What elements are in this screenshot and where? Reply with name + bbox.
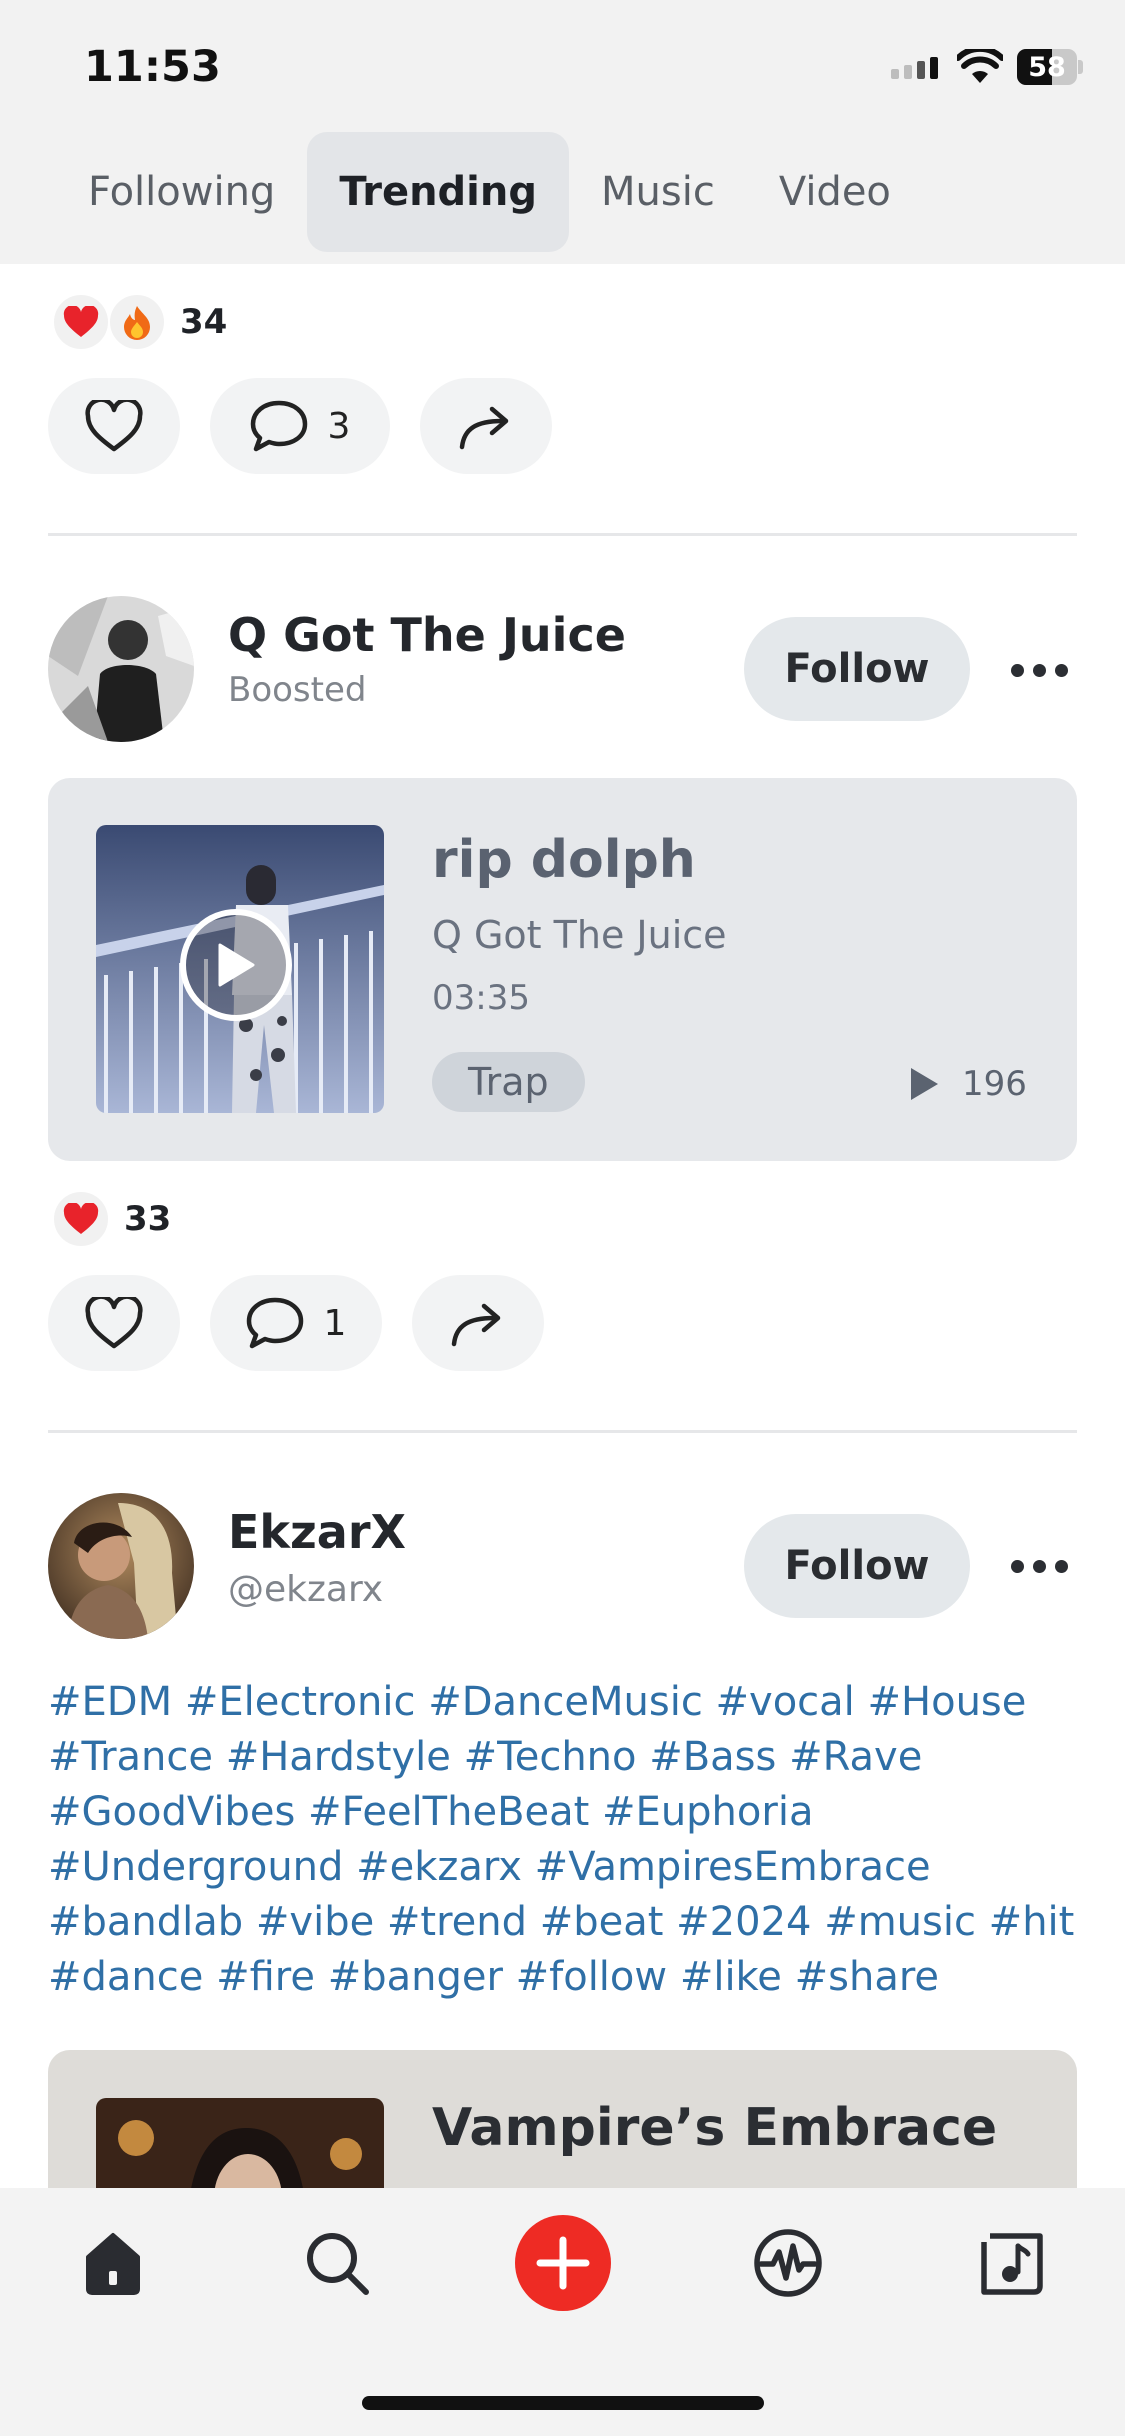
- track-title[interactable]: rip dolph: [432, 830, 696, 890]
- post-actions: 3: [48, 378, 552, 474]
- library-icon: [981, 2233, 1043, 2295]
- comment-icon: [246, 1297, 303, 1349]
- pulse-icon: [754, 2229, 822, 2297]
- nav-home[interactable]: [68, 2218, 158, 2308]
- comment-count: 1: [323, 1302, 347, 1344]
- comment-count: 3: [327, 405, 351, 447]
- tab-music[interactable]: Music: [569, 132, 747, 252]
- status-icons: 58: [889, 46, 1083, 88]
- nav-feed[interactable]: [743, 2218, 833, 2308]
- track-title[interactable]: Vampire’s Embrace: [432, 2098, 997, 2158]
- status-time: 11:53: [84, 42, 221, 92]
- poster-handle[interactable]: @ekzarx: [228, 1569, 383, 1610]
- nav-library[interactable]: [967, 2218, 1057, 2308]
- tab-video[interactable]: Video: [747, 132, 923, 252]
- share-button[interactable]: [412, 1275, 544, 1371]
- battery-icon: 58: [1017, 49, 1083, 85]
- track-artist[interactable]: Q Got The Juice: [432, 913, 727, 957]
- share-button[interactable]: [420, 378, 552, 474]
- comment-button[interactable]: 1: [210, 1275, 382, 1371]
- follow-button[interactable]: Follow: [744, 1514, 970, 1618]
- boosted-label: Boosted: [228, 670, 367, 710]
- poster-name[interactable]: EkzarX: [228, 1505, 406, 1559]
- post-divider: [48, 533, 1077, 536]
- like-button[interactable]: [48, 1275, 180, 1371]
- reaction-count: 33: [124, 1199, 172, 1239]
- reaction-summary[interactable]: 34: [54, 295, 227, 349]
- follow-button[interactable]: Follow: [744, 617, 970, 721]
- battery-level: 58: [1028, 51, 1066, 83]
- play-count: 196: [908, 1064, 1027, 1104]
- genre-tag[interactable]: Trap: [432, 1052, 585, 1112]
- wifi-icon: [957, 49, 1003, 83]
- avatar[interactable]: [48, 596, 194, 742]
- comment-icon: [250, 400, 307, 452]
- track-duration: 03:35: [432, 978, 530, 1018]
- create-icon: [536, 2236, 590, 2290]
- post-divider: [48, 1430, 1077, 1433]
- like-button[interactable]: [48, 378, 180, 474]
- heart-reaction-icon: [54, 1192, 108, 1246]
- share-icon: [459, 406, 509, 450]
- post-actions: 1: [48, 1275, 544, 1371]
- share-icon: [451, 1303, 501, 1347]
- home-indicator: [362, 2396, 764, 2410]
- poster-name[interactable]: Q Got The Juice: [228, 608, 626, 662]
- fire-reaction-icon: [110, 295, 164, 349]
- signal-icon: [891, 57, 938, 79]
- track-artwork[interactable]: [96, 825, 384, 1113]
- home-icon: [86, 2233, 140, 2295]
- heart-icon: [85, 400, 143, 452]
- reaction-count: 34: [180, 302, 228, 342]
- feed-tabs: Following Trending Music Video: [56, 132, 923, 252]
- heart-icon: [85, 1297, 143, 1349]
- heart-reaction-icon: [54, 295, 108, 349]
- play-icon: [911, 1068, 938, 1100]
- create-button[interactable]: [515, 2215, 611, 2311]
- more-icon[interactable]: [1011, 664, 1068, 677]
- play-count-value: 196: [962, 1064, 1027, 1104]
- track-card[interactable]: rip dolph Q Got The Juice 03:35 Trap 196: [48, 778, 1077, 1161]
- more-icon[interactable]: [1011, 1560, 1068, 1573]
- avatar[interactable]: [48, 1493, 194, 1639]
- search-icon: [307, 2233, 369, 2295]
- comment-button[interactable]: 3: [210, 378, 390, 474]
- reaction-summary[interactable]: 33: [54, 1192, 171, 1246]
- tab-following[interactable]: Following: [56, 132, 307, 252]
- hashtags[interactable]: #EDM #Electronic #DanceMusic #vocal #Hou…: [48, 1675, 1088, 2005]
- tab-trending[interactable]: Trending: [307, 132, 570, 252]
- nav-search[interactable]: [292, 2218, 382, 2308]
- play-icon[interactable]: [180, 909, 292, 1021]
